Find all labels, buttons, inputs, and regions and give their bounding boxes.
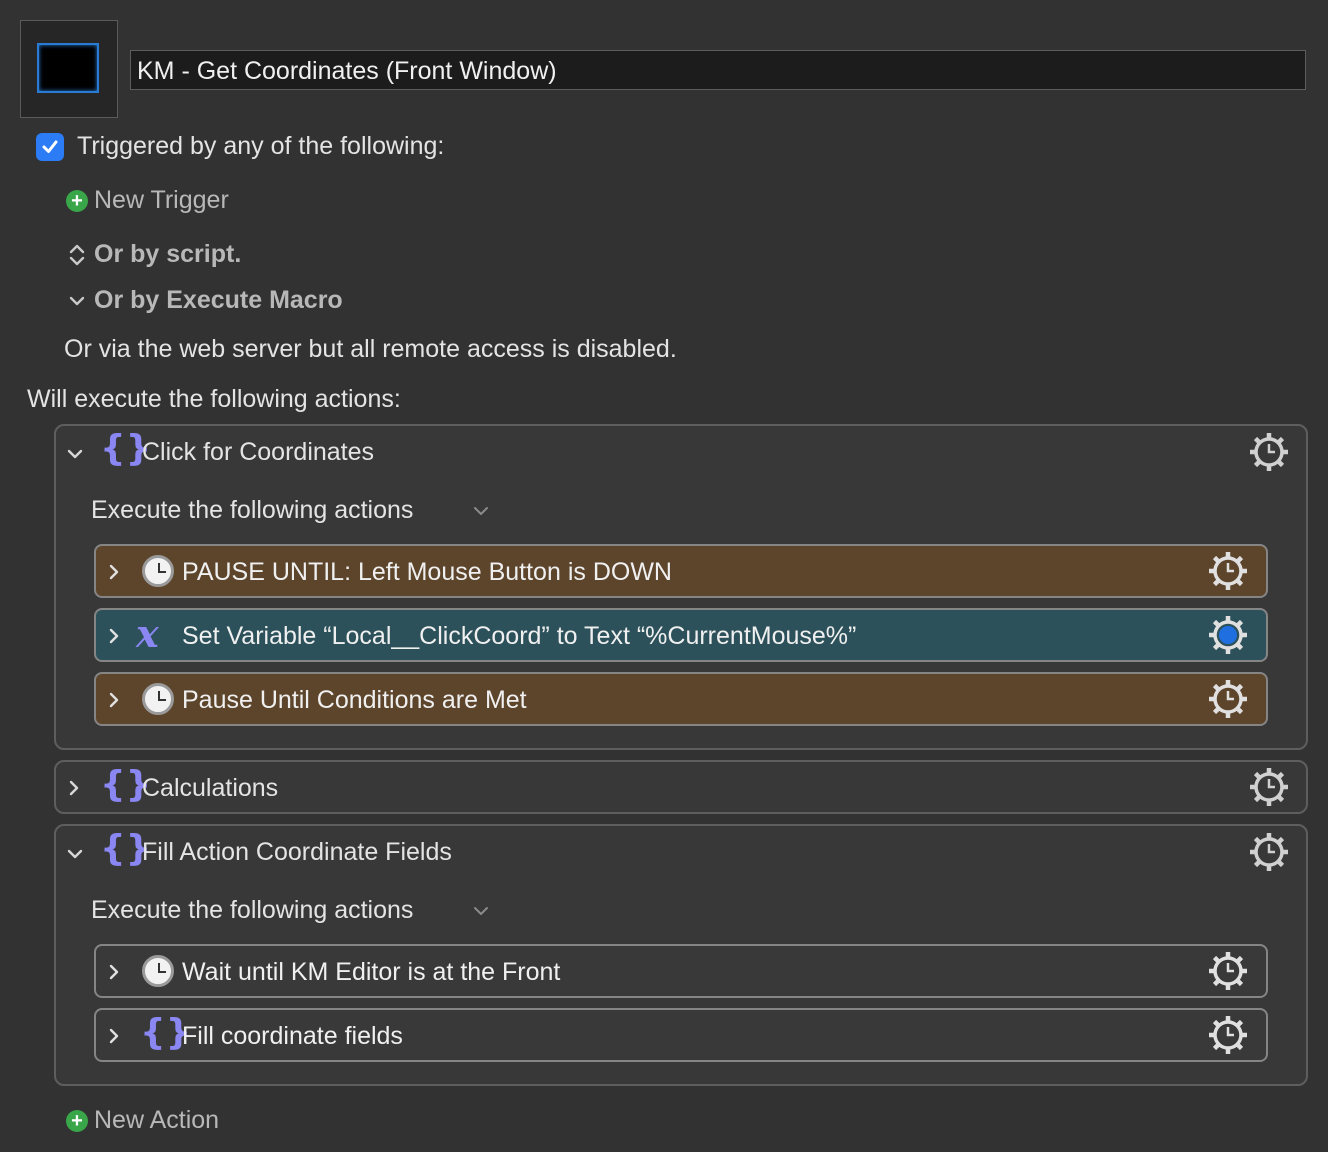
clock-icon (142, 955, 174, 987)
triggers-enabled-checkbox[interactable] (36, 133, 64, 161)
action-label: PAUSE UNTIL: Left Mouse Button is DOWN (182, 558, 672, 586)
chevron-down-icon[interactable] (470, 900, 492, 922)
chevron-down-icon (69, 296, 85, 305)
plus-icon: + (66, 1109, 88, 1132)
chevron-down-icon[interactable] (470, 500, 492, 522)
action-pause-until-conditions[interactable]: Pause Until Conditions are Met (94, 672, 1268, 726)
chevron-right-icon[interactable] (104, 560, 124, 584)
chevron-right-icon[interactable] (104, 1024, 124, 1048)
group-title: Click for Coordinates (142, 438, 375, 466)
gear-icon[interactable] (1208, 551, 1248, 591)
action-wait-km-editor-front[interactable]: Wait until KM Editor is at the Front (94, 944, 1268, 998)
gear-icon[interactable] (1208, 951, 1248, 991)
chevron-right-icon[interactable] (104, 688, 124, 712)
new-action-label: New Action (94, 1106, 220, 1134)
gear-icon[interactable] (1249, 767, 1289, 807)
action-label: Wait until KM Editor is at the Front (182, 958, 561, 986)
gear-icon[interactable] (1208, 615, 1248, 655)
chevron-down-icon[interactable] (64, 442, 86, 466)
web-server-note: Or via the web server but all remote acc… (64, 335, 677, 363)
gear-icon[interactable] (1208, 679, 1248, 719)
action-label: Fill coordinate fields (182, 1022, 403, 1050)
gear-icon[interactable] (1249, 432, 1289, 472)
chevron-right-icon[interactable] (64, 776, 84, 800)
new-trigger-label: New Trigger (94, 186, 229, 214)
or-by-execute-macro-label: Or by Execute Macro (94, 286, 343, 314)
action-pause-until-mouse-down[interactable]: PAUSE UNTIL: Left Mouse Button is DOWN (94, 544, 1268, 598)
window-icon (37, 43, 99, 93)
variable-x-icon: x (136, 611, 159, 656)
action-fill-coordinate-fields[interactable]: {} Fill coordinate fields (94, 1008, 1268, 1062)
actions-header: Will execute the following actions: (27, 385, 401, 413)
checkmark-icon (42, 140, 58, 153)
group-subtitle: Execute the following actions (91, 896, 414, 924)
group-title: Calculations (142, 774, 279, 802)
macro-title-field[interactable]: KM - Get Coordinates (Front Window) (130, 50, 1306, 90)
or-by-execute-macro-toggle[interactable]: Or by Execute Macro (66, 286, 343, 315)
action-set-variable[interactable]: x Set Variable “Local__ClickCoord” to Te… (94, 608, 1268, 662)
clock-icon (142, 683, 174, 715)
group-subtitle: Execute the following actions (91, 496, 414, 524)
action-label: Set Variable “Local__ClickCoord” to Text… (182, 622, 857, 650)
group-calculations[interactable]: {} Calculations (54, 760, 1308, 814)
gear-icon[interactable] (1249, 832, 1289, 872)
or-by-script-toggle[interactable]: Or by script. (66, 240, 241, 269)
clock-icon (142, 555, 174, 587)
action-label: Pause Until Conditions are Met (182, 686, 527, 714)
group-title: Fill Action Coordinate Fields (142, 838, 452, 866)
gear-icon[interactable] (1208, 1015, 1248, 1055)
or-by-script-label: Or by script. (94, 240, 242, 268)
plus-icon: + (66, 189, 88, 212)
chevron-right-icon[interactable] (104, 624, 124, 648)
triggers-label: Triggered by any of the following: (77, 132, 445, 160)
chevron-right-icon[interactable] (104, 960, 124, 984)
macro-icon-well[interactable] (20, 20, 118, 118)
new-action-button[interactable]: + New Action (66, 1106, 219, 1135)
chevron-down-icon[interactable] (64, 842, 86, 866)
new-trigger-button[interactable]: + New Trigger (66, 186, 229, 215)
updown-chevron-icon (69, 244, 85, 265)
